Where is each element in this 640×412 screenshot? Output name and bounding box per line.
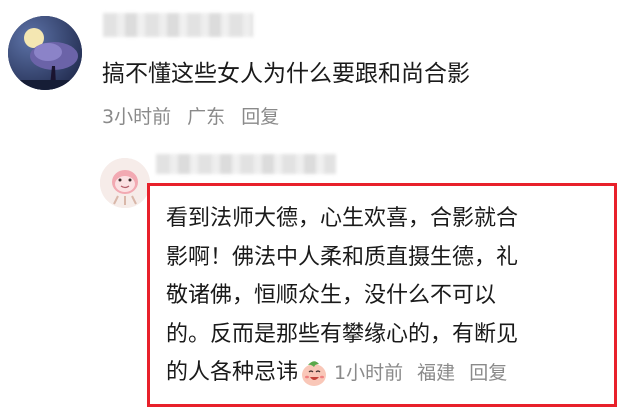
comment-time: 3小时前: [102, 106, 172, 128]
reply-button[interactable]: 回复: [469, 362, 507, 384]
main-comment: 搞不懂这些女人为什么要跟和尚合影 3小时前 广东 回复: [0, 0, 640, 150]
reply-time: 1小时前: [334, 362, 404, 384]
reply-location: 福建: [417, 362, 456, 384]
reply-comment: 看到法师大德，心生欢喜，合影就合 影啊！佛法中人柔和质直摄生德，礼 敬诸佛，恒顺…: [0, 150, 640, 412]
cartoon-pink-avatar-icon[interactable]: [100, 158, 150, 208]
reply-button[interactable]: 回复: [241, 106, 279, 128]
reply-meta: 1小时前 福建 回复: [334, 354, 515, 393]
comment-location: 广东: [187, 106, 226, 128]
reply-line: 看到法师大德，心生欢喜，合影就合: [166, 206, 519, 231]
night-tree-avatar-icon[interactable]: [8, 16, 82, 90]
reply-line: 的。反而是那些有攀缘心的，有断见: [166, 321, 519, 347]
reply-line: 敬诸佛，恒顺众生，没什么不可以: [166, 283, 497, 308]
reply-text: 看到法师大德，心生欢喜，合影就合 影啊！佛法中人柔和质直摄生德，礼 敬诸佛，恒顺…: [166, 200, 602, 393]
shy-peach-emoji-icon: [300, 359, 328, 387]
reply-last-line: 的人各种忌讳 1小时前 福建 回复: [166, 354, 602, 393]
blurred-username[interactable]: [156, 154, 336, 174]
reply-line: 的人各种忌讳: [166, 360, 299, 385]
comment-text: 搞不懂这些女人为什么要跟和尚合影: [102, 61, 470, 87]
comment-meta: 3小时前 广东 回复: [102, 104, 289, 130]
highlight-box: 看到法师大德，心生欢喜，合影就合 影啊！佛法中人柔和质直摄生德，礼 敬诸佛，恒顺…: [147, 183, 617, 407]
blurred-username[interactable]: [103, 13, 253, 37]
reply-line: 影啊！佛法中人柔和质直摄生德，礼: [166, 244, 519, 270]
